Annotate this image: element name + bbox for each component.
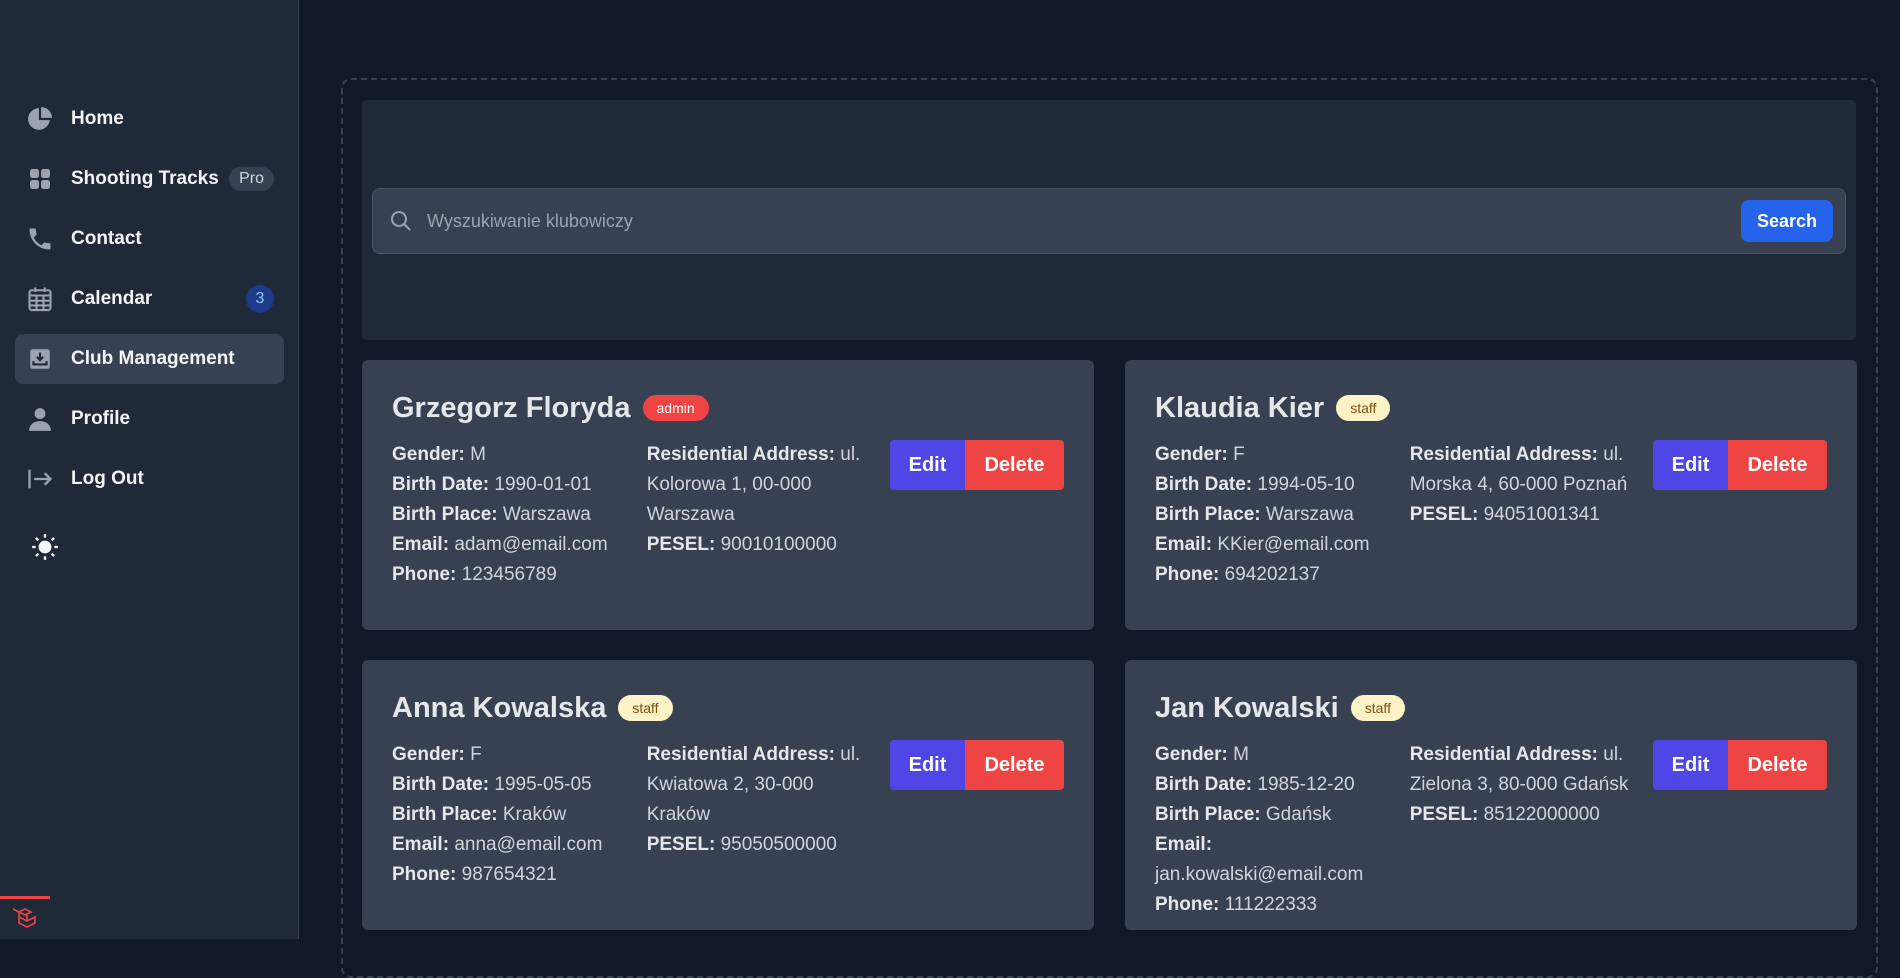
search-icon — [387, 207, 415, 235]
address-field: Residential Address: ul. Morska 4, 60-00… — [1409, 444, 1628, 495]
member-name: Anna Kowalska — [392, 691, 607, 724]
calendar-icon — [25, 284, 55, 314]
member-name: Grzegorz Floryda — [392, 391, 631, 424]
pesel-field: PESEL: 95050500000 — [646, 834, 837, 855]
sidebar-nav: Home Shooting Tracks Pro Contact Calenda… — [15, 94, 284, 514]
user-icon — [25, 404, 55, 434]
pesel-field: PESEL: 90010100000 — [646, 534, 837, 555]
sidebar-item-label: Home — [71, 108, 124, 129]
phone-field: Phone: 694202137 — [1155, 564, 1320, 585]
gender-field: Gender: F — [392, 744, 482, 765]
delete-button[interactable]: Delete — [1728, 740, 1827, 790]
sidebar-item-profile[interactable]: Profile — [15, 394, 284, 444]
edit-button[interactable]: Edit — [1653, 440, 1728, 490]
gender-field: Gender: M — [1155, 744, 1249, 765]
grid-icon — [25, 164, 55, 194]
address-field: Residential Address: ul. Zielona 3, 80-0… — [1409, 744, 1629, 795]
phone-field: Phone: 987654321 — [392, 864, 557, 885]
logout-icon — [25, 464, 55, 494]
birth-place-field: Birth Place: Gdańsk — [1155, 804, 1332, 825]
search-input[interactable] — [425, 209, 1741, 233]
edit-button[interactable]: Edit — [890, 440, 965, 490]
email-field: Email: KKier@email.com — [1155, 534, 1370, 555]
phone-field: Phone: 123456789 — [392, 564, 557, 585]
birth-place-field: Birth Place: Warszawa — [1155, 504, 1354, 525]
sidebar-item-home[interactable]: Home — [15, 94, 284, 144]
delete-button[interactable]: Delete — [965, 440, 1064, 490]
gender-field: Gender: M — [392, 444, 486, 465]
edit-button[interactable]: Edit — [1653, 740, 1728, 790]
role-badge: staff — [618, 695, 673, 721]
birth-place-field: Birth Place: Kraków — [392, 804, 567, 825]
laravel-debug-button[interactable] — [0, 896, 50, 939]
sidebar-item-label: Contact — [71, 228, 142, 249]
member-card: Grzegorz Floryda admin Gender: M Birth D… — [362, 360, 1094, 630]
member-card: Anna Kowalska staff Gender: F Birth Date… — [362, 660, 1094, 930]
sidebar-item-label: Log Out — [71, 468, 144, 489]
sun-icon — [31, 533, 59, 566]
email-field: Email: adam@email.com — [392, 534, 608, 555]
birth-date-field: Birth Date: 1995-05-05 — [392, 774, 592, 795]
role-badge: admin — [642, 395, 709, 421]
address-field: Residential Address: ul. Kolorowa 1, 00-… — [646, 444, 861, 525]
birth-date-field: Birth Date: 1994-05-10 — [1155, 474, 1355, 495]
phone-field: Phone: 111222333 — [1155, 894, 1317, 915]
sidebar-item-label: Shooting Tracks — [71, 168, 219, 189]
member-card: Klaudia Kier staff Gender: F Birth Date:… — [1125, 360, 1857, 630]
pesel-field: PESEL: 85122000000 — [1409, 804, 1600, 825]
theme-toggle-button[interactable] — [28, 532, 62, 566]
sidebar-item-logout[interactable]: Log Out — [15, 454, 284, 504]
sidebar-item-calendar[interactable]: Calendar 3 — [15, 274, 284, 324]
member-name: Jan Kowalski — [1155, 691, 1339, 724]
search-button[interactable]: Search — [1741, 200, 1833, 242]
delete-button[interactable]: Delete — [965, 740, 1064, 790]
delete-button[interactable]: Delete — [1728, 440, 1827, 490]
search-panel: Search — [362, 100, 1856, 340]
search-bar: Search — [372, 188, 1846, 254]
member-name: Klaudia Kier — [1155, 391, 1325, 424]
laravel-logo-icon — [11, 905, 39, 934]
gender-field: Gender: F — [1155, 444, 1245, 465]
edit-button[interactable]: Edit — [890, 740, 965, 790]
sidebar-item-contact[interactable]: Contact — [15, 214, 284, 264]
role-badge: staff — [1350, 695, 1405, 721]
birth-place-field: Birth Place: Warszawa — [392, 504, 591, 525]
inbox-download-icon — [25, 344, 55, 374]
phone-icon — [25, 224, 55, 254]
role-badge: staff — [1336, 395, 1391, 421]
email-field: Email: jan.kowalski@email.com — [1155, 834, 1364, 885]
member-card: Jan Kowalski staff Gender: M Birth Date:… — [1125, 660, 1857, 930]
sidebar-item-shooting-tracks[interactable]: Shooting Tracks Pro — [15, 154, 284, 204]
sidebar-item-club-management[interactable]: Club Management — [15, 334, 284, 384]
sidebar-item-label: Profile — [71, 408, 131, 429]
email-field: Email: anna@email.com — [392, 834, 603, 855]
calendar-count-badge: 3 — [246, 285, 274, 313]
sidebar-item-label: Club Management — [71, 348, 235, 369]
birth-date-field: Birth Date: 1990-01-01 — [392, 474, 592, 495]
address-field: Residential Address: ul. Kwiatowa 2, 30-… — [646, 744, 861, 825]
pro-badge: Pro — [229, 167, 274, 191]
birth-date-field: Birth Date: 1985-12-20 — [1155, 774, 1355, 795]
pesel-field: PESEL: 94051001341 — [1409, 504, 1600, 525]
sidebar: Home Shooting Tracks Pro Contact Calenda… — [0, 0, 299, 939]
sidebar-item-label: Calendar — [71, 288, 153, 309]
pie-chart-icon — [25, 104, 55, 134]
